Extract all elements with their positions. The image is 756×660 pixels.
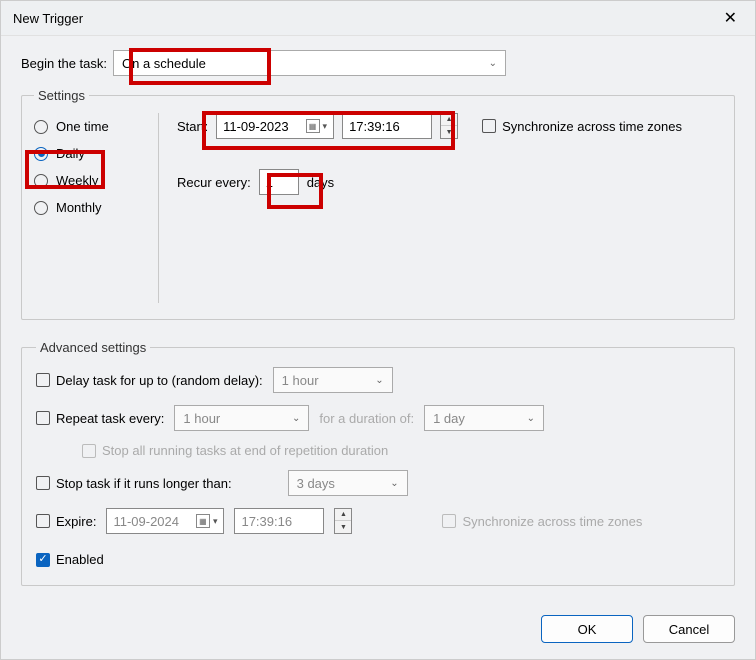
delay-value: 1 hour: [282, 373, 319, 388]
repeat-dropdown[interactable]: 1 hour ⌄: [174, 405, 309, 431]
time-spinner[interactable]: ▲ ▼: [440, 113, 458, 139]
start-date-input[interactable]: 11-09-2023 ▦ ▾: [216, 113, 334, 139]
dropdown-icon: ▾: [213, 516, 218, 527]
chevron-down-icon: ⌄: [527, 413, 535, 424]
settings-group: Settings One time Daily Weekly: [21, 88, 735, 320]
radio-weekly-label: Weekly: [56, 173, 98, 188]
schedule-detail: Start: 11-09-2023 ▦ ▾ 17:39:16: [159, 113, 722, 303]
advanced-legend: Advanced settings: [36, 340, 150, 355]
expire-time-value: 17:39:16: [241, 514, 292, 529]
start-time-input[interactable]: 17:39:16: [342, 113, 432, 139]
expire-sync-tz-label: Synchronize across time zones: [462, 514, 642, 529]
duration-value: 1 day: [433, 411, 465, 426]
settings-legend: Settings: [34, 88, 89, 103]
checkbox-icon: [36, 373, 50, 387]
recur-value: 1: [266, 175, 273, 190]
radio-weekly[interactable]: Weekly: [34, 173, 158, 188]
dialog-body: Begin the task: On a schedule ⌄ Settings…: [1, 36, 755, 604]
spin-down-icon[interactable]: ▼: [335, 521, 351, 533]
checkbox-icon: [36, 553, 50, 567]
begin-task-dropdown[interactable]: On a schedule ⌄: [113, 50, 506, 76]
expire-date-input[interactable]: 11-09-2024 ▦ ▾: [106, 508, 224, 534]
expire-row: Expire: 11-09-2024 ▦ ▾ 17:39:16 ▲ ▼: [36, 508, 720, 534]
radio-monthly[interactable]: Monthly: [34, 200, 158, 215]
start-row: Start: 11-09-2023 ▦ ▾ 17:39:16: [177, 113, 722, 139]
sync-tz-checkbox[interactable]: Synchronize across time zones: [482, 119, 682, 134]
checkbox-icon: [82, 444, 96, 458]
radio-icon: [34, 174, 48, 188]
chevron-down-icon: ⌄: [375, 375, 383, 386]
repeat-value: 1 hour: [183, 411, 220, 426]
start-date-value: 11-09-2023: [223, 119, 289, 134]
expire-sync-tz-checkbox: Synchronize across time zones: [442, 514, 642, 529]
radio-monthly-label: Monthly: [56, 200, 102, 215]
checkbox-icon: [36, 476, 50, 490]
repeat-label: Repeat task every:: [56, 411, 164, 426]
dropdown-icon: ▾: [323, 121, 328, 132]
stoplong-value: 3 days: [297, 476, 335, 491]
recur-unit: days: [307, 175, 334, 190]
calendar-icon: ▦: [306, 119, 320, 133]
start-label: Start:: [177, 119, 208, 134]
window-title: New Trigger: [13, 11, 83, 26]
titlebar: New Trigger ✕: [1, 1, 755, 36]
radio-onetime-label: One time: [56, 119, 109, 134]
stopall-label: Stop all running tasks at end of repetit…: [102, 443, 388, 458]
stoplong-row: Stop task if it runs longer than: 3 days…: [36, 470, 720, 496]
begin-task-value: On a schedule: [122, 56, 206, 71]
radio-icon: [34, 147, 48, 161]
expire-time-input[interactable]: 17:39:16: [234, 508, 324, 534]
stoplong-checkbox[interactable]: Stop task if it runs longer than:: [36, 476, 232, 491]
radio-daily-label: Daily: [56, 146, 85, 161]
advanced-group: Advanced settings Delay task for up to (…: [21, 340, 735, 586]
chevron-down-icon: ⌄: [292, 413, 300, 424]
stoplong-label: Stop task if it runs longer than:: [56, 476, 232, 491]
begin-task-row: Begin the task: On a schedule ⌄: [21, 50, 735, 76]
radio-icon: [34, 201, 48, 215]
delay-checkbox[interactable]: Delay task for up to (random delay):: [36, 373, 263, 388]
calendar-icon: ▦: [196, 514, 210, 528]
stopall-row: Stop all running tasks at end of repetit…: [82, 443, 720, 458]
repeat-row: Repeat task every: 1 hour ⌄ for a durati…: [36, 405, 720, 431]
checkbox-icon: [442, 514, 456, 528]
duration-dropdown[interactable]: 1 day ⌄: [424, 405, 544, 431]
recur-row: Recur every: 1 days: [177, 169, 722, 195]
dialog-buttons: OK Cancel: [541, 615, 735, 643]
spin-down-icon[interactable]: ▼: [441, 126, 457, 138]
enabled-row: Enabled: [36, 552, 720, 567]
radio-onetime[interactable]: One time: [34, 119, 158, 134]
stoplong-dropdown[interactable]: 3 days ⌄: [288, 470, 408, 496]
delay-dropdown[interactable]: 1 hour ⌄: [273, 367, 393, 393]
chevron-down-icon: ⌄: [390, 478, 398, 489]
duration-label: for a duration of:: [319, 411, 414, 426]
enabled-checkbox[interactable]: Enabled: [36, 552, 104, 567]
checkbox-icon: [36, 411, 50, 425]
checkbox-icon: [36, 514, 50, 528]
spin-up-icon[interactable]: ▲: [441, 114, 457, 126]
recur-label: Recur every:: [177, 175, 251, 190]
schedule-radio-group: One time Daily Weekly Monthly: [34, 113, 159, 303]
expire-time-spinner[interactable]: ▲ ▼: [334, 508, 352, 534]
recur-input[interactable]: 1: [259, 169, 299, 195]
radio-icon: [34, 120, 48, 134]
begin-task-label: Begin the task:: [21, 56, 107, 71]
dialog-window: New Trigger ✕ Begin the task: On a sched…: [0, 0, 756, 660]
chevron-down-icon: ⌄: [489, 58, 497, 69]
delay-label: Delay task for up to (random delay):: [56, 373, 263, 388]
close-icon[interactable]: ✕: [718, 8, 743, 28]
spin-up-icon[interactable]: ▲: [335, 509, 351, 521]
repeat-checkbox[interactable]: Repeat task every:: [36, 411, 164, 426]
radio-daily[interactable]: Daily: [34, 146, 158, 161]
ok-button[interactable]: OK: [541, 615, 633, 643]
start-time-value: 17:39:16: [349, 119, 400, 134]
expire-label: Expire:: [56, 514, 96, 529]
expire-date-value: 11-09-2024: [113, 514, 179, 529]
expire-checkbox[interactable]: Expire:: [36, 514, 96, 529]
delay-row: Delay task for up to (random delay): 1 h…: [36, 367, 720, 393]
sync-tz-label: Synchronize across time zones: [502, 119, 682, 134]
cancel-button[interactable]: Cancel: [643, 615, 735, 643]
enabled-label: Enabled: [56, 552, 104, 567]
stopall-checkbox: Stop all running tasks at end of repetit…: [82, 443, 388, 458]
checkbox-icon: [482, 119, 496, 133]
